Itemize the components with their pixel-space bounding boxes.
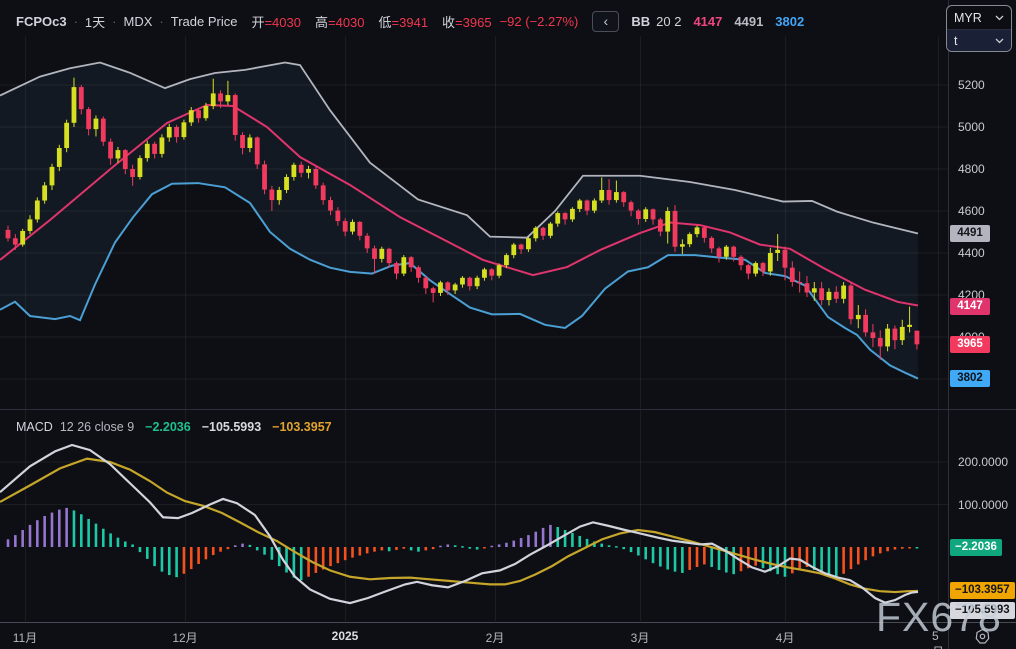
price-badge: 3802 — [950, 370, 990, 388]
price-tick-label: 5200 — [958, 78, 985, 92]
separator-dot: · — [159, 13, 164, 29]
macd-indicator-legend[interactable]: MACD 12 26 close 9 −2.2036 −105.5993 −10… — [16, 419, 332, 435]
bb-indicator-legend[interactable]: BB 20 2 4147 4491 3802 — [631, 14, 804, 29]
time-axis-label: 2月 — [485, 631, 505, 645]
price-axis[interactable]: 5200500048004600440042004000449141473965… — [948, 0, 1016, 410]
macd-signal-value: −103.3957 — [272, 420, 332, 434]
unit-selector: MYR t — [946, 5, 1012, 52]
macd-main-line — [0, 443, 919, 605]
unit-label: t — [954, 34, 958, 48]
macd-badge: −2.2036 — [950, 539, 1002, 557]
high-value: 高=4030 — [314, 14, 365, 30]
time-axis[interactable]: 11月 12月 2025 2月 3月 4月 5月 — [0, 623, 948, 649]
pane-divider[interactable] — [0, 409, 1016, 410]
price-type-label[interactable]: Trade Price — [171, 14, 238, 29]
symbol-legend: FCPOc3 · 1天 · MDX · Trade Price 开=4030 高… — [16, 10, 804, 32]
macd-signal-line — [0, 457, 919, 594]
time-axis-divider — [0, 622, 1016, 623]
bb-title: BB — [631, 13, 651, 29]
chevron-down-icon — [995, 15, 1004, 21]
legend-collapse-button[interactable]: ‹ — [592, 10, 620, 32]
macd-badge: −103.3957 — [950, 582, 1015, 600]
macd-tick-label: 100.0000 — [958, 497, 1009, 512]
macd-params: 12 26 close 9 — [59, 420, 135, 434]
axis-vertical-divider — [948, 0, 949, 649]
change-value: −92 (−2.27%) — [499, 13, 579, 29]
macd-axis[interactable]: 200.0000 100.0000 −2.2036 −103.3957 −105.599… — [948, 410, 1016, 622]
unit-select[interactable]: t — [947, 29, 1011, 51]
price-badge: 3965 — [950, 335, 990, 353]
currency-select[interactable]: MYR — [947, 6, 1011, 29]
bb-upper-value: 4491 — [734, 13, 764, 29]
trading-chart-app: FCPOc3 · 1天 · MDX · Trade Price 开=4030 高… — [0, 0, 1016, 649]
axis-settings-button[interactable] — [948, 623, 1016, 649]
time-axis-label: 3月 — [630, 631, 650, 645]
gear-icon — [975, 628, 989, 644]
price-tick-label: 5000 — [958, 120, 985, 134]
bb-basis-value: 4147 — [693, 13, 723, 29]
close-value: 收=3965 — [442, 14, 492, 30]
low-value: 低=3941 — [378, 14, 429, 30]
interval-label[interactable]: 1天 — [85, 12, 105, 31]
symbol-name[interactable]: FCPOc3 — [16, 14, 67, 29]
price-tick-label: 4600 — [958, 204, 985, 218]
open-value: 开=4030 — [251, 14, 301, 30]
time-axis-label: 2025 — [331, 629, 359, 643]
time-axis-label: 4月 — [775, 631, 795, 645]
macd-tick-label: 200.0000 — [958, 455, 1009, 469]
separator-dot: · — [112, 13, 117, 29]
macd-hist-value: −2.2036 — [145, 420, 191, 434]
macd-badge: −105.5993 — [950, 602, 1015, 620]
bb-band-fill — [0, 62, 918, 379]
chevron-down-icon — [995, 38, 1004, 44]
time-axis-label: 5月 — [932, 629, 944, 649]
macd-pane — [0, 443, 919, 605]
chevron-left-icon: ‹ — [603, 13, 609, 29]
bb-lower-value: 3802 — [775, 13, 805, 29]
exchange-label[interactable]: MDX — [124, 14, 153, 29]
time-axis-label: 11月 — [12, 631, 38, 645]
price-badge: 4147 — [950, 297, 990, 315]
bb-params: 20 2 — [656, 13, 682, 29]
price-tick-label: 4400 — [958, 246, 985, 260]
chart-canvas[interactable] — [0, 0, 948, 649]
time-axis-label: 12月 — [172, 631, 198, 645]
price-pane — [0, 61, 920, 380]
currency-label: MYR — [954, 10, 982, 25]
macd-title: MACD — [16, 420, 53, 434]
macd-line-value: −105.5993 — [201, 420, 262, 434]
price-badge: 4491 — [950, 225, 990, 243]
price-tick-label: 4800 — [958, 162, 985, 176]
separator-dot: · — [73, 13, 78, 29]
